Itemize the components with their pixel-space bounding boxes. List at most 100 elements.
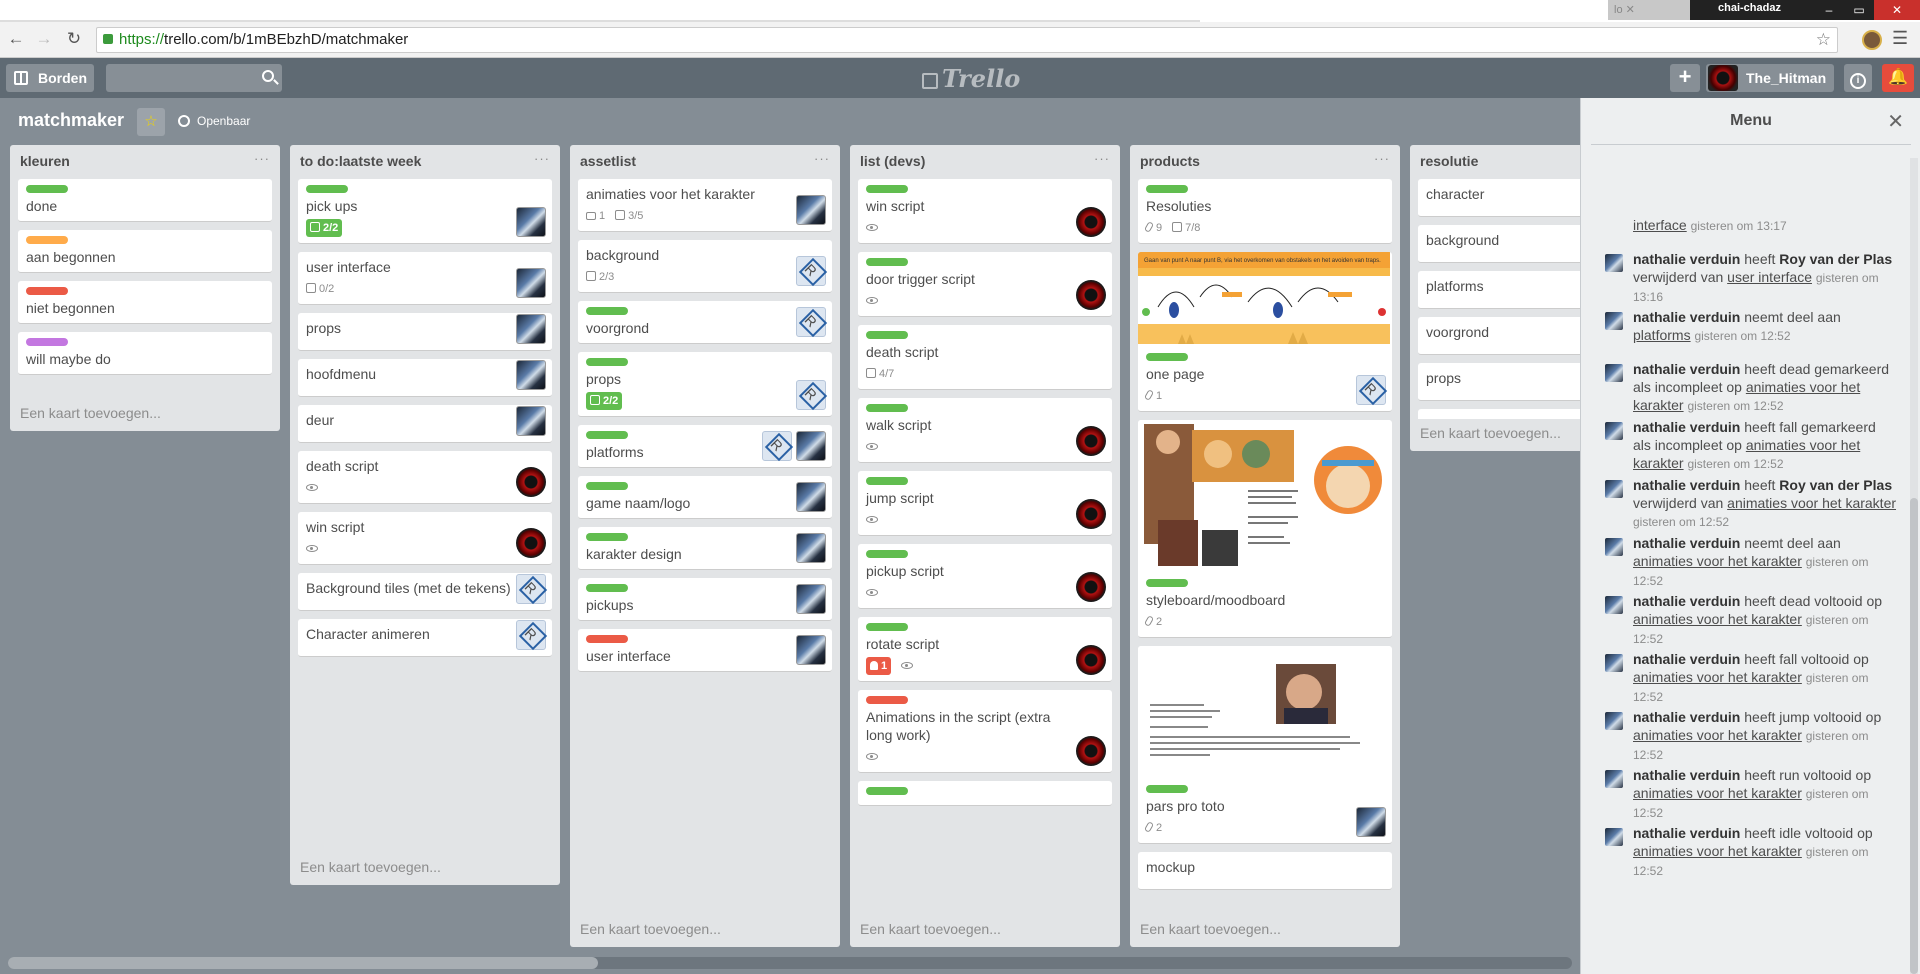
member-avatar[interactable] (796, 635, 826, 665)
member-avatar[interactable] (1356, 375, 1386, 405)
sidebar-scrollbar[interactable] (1910, 158, 1918, 974)
member-avatar[interactable] (516, 207, 546, 237)
card[interactable]: voorgrond (1418, 317, 1580, 355)
card[interactable]: game naam/logo (578, 476, 832, 519)
member-avatar[interactable] (516, 360, 546, 390)
card[interactable]: door trigger script (858, 252, 1112, 317)
member-avatar[interactable] (796, 482, 826, 512)
list-menu-icon[interactable]: ··· (1374, 151, 1390, 166)
member-avatar[interactable] (1356, 807, 1386, 837)
add-card-button[interactable]: Een kaart toevoegen... (18, 399, 272, 431)
activity-avatar[interactable] (1605, 312, 1623, 330)
activity-avatar[interactable] (1605, 364, 1623, 382)
add-card-button[interactable]: Een kaart toevoegen... (1418, 419, 1580, 451)
card[interactable]: user interface (578, 629, 832, 672)
member-avatar[interactable] (516, 268, 546, 298)
list-menu-icon[interactable]: ··· (254, 151, 270, 166)
member-avatar[interactable] (796, 307, 826, 337)
card[interactable]: pars pro toto 2 (1138, 646, 1392, 844)
card[interactable]: pickup script (858, 544, 1112, 609)
member-avatar[interactable] (516, 406, 546, 436)
activity-member[interactable]: Roy van der Plas (1779, 251, 1892, 267)
list-title[interactable]: assetlist (580, 153, 832, 171)
add-card-button[interactable]: Een kaart toevoegen... (858, 915, 1112, 947)
scrollbar-thumb[interactable] (8, 957, 598, 969)
activity-avatar[interactable] (1605, 828, 1623, 846)
back-icon[interactable]: ← (6, 29, 26, 49)
card[interactable]: done (18, 179, 272, 222)
list-menu-icon[interactable]: ··· (534, 151, 550, 166)
add-card-button[interactable]: Een kaart toevoegen... (298, 853, 552, 885)
card[interactable]: pick ups 2/2 (298, 179, 552, 244)
card[interactable]: user interface 0/2 (298, 252, 552, 305)
activity-card-link[interactable]: user interface (1727, 269, 1812, 285)
url-field[interactable]: https://trello.com/b/1mBEbzhD/matchmaker… (96, 27, 1838, 53)
activity-avatar[interactable] (1605, 712, 1623, 730)
list-title[interactable]: list (devs) (860, 153, 1112, 171)
activity-user[interactable]: nathalie verduin (1633, 419, 1740, 435)
card[interactable]: niet begonnen (18, 281, 272, 324)
activity-card-link[interactable]: platforms (1633, 327, 1691, 343)
activity-avatar[interactable] (1605, 254, 1623, 272)
activity-card-link[interactable]: animaties voor het karakter (1633, 785, 1802, 801)
activity-avatar[interactable] (1605, 654, 1623, 672)
member-avatar[interactable] (1076, 426, 1106, 456)
card[interactable]: Resoluties 9 7/8 (1138, 179, 1392, 244)
browser-profile[interactable]: chai-chadaz (1690, 0, 1814, 20)
list-title[interactable]: resolutie (1420, 153, 1580, 171)
card[interactable]: jump script (858, 471, 1112, 536)
card[interactable]: Background tiles (met de tekens) (298, 573, 552, 611)
boards-button[interactable]: Borden (6, 64, 94, 92)
member-avatar[interactable] (516, 620, 546, 650)
list-title[interactable]: products (1140, 153, 1392, 171)
member-avatar[interactable] (796, 533, 826, 563)
bookmark-star-icon[interactable]: ☆ (1816, 28, 1831, 52)
activity-user[interactable]: nathalie verduin (1633, 651, 1740, 667)
card[interactable]: death script (298, 451, 552, 504)
member-avatar[interactable] (796, 584, 826, 614)
activity-card-link[interactable]: animaties voor het karakter (1633, 611, 1802, 627)
activity-card-link[interactable]: animaties voor het karakter (1633, 727, 1802, 743)
activity-card-link[interactable]: interface (1633, 217, 1687, 233)
card[interactable]: Gaan van punt A naar punt B, via het ove… (1138, 252, 1392, 412)
member-avatar[interactable] (762, 431, 792, 461)
activity-user[interactable]: nathalie verduin (1633, 593, 1740, 609)
card[interactable]: background (1418, 225, 1580, 263)
member-avatar[interactable] (796, 195, 826, 225)
activity-user[interactable]: nathalie verduin (1633, 477, 1740, 493)
card[interactable]: voorgrond (578, 301, 832, 344)
card[interactable]: walk script (858, 398, 1112, 463)
add-card-button[interactable]: Een kaart toevoegen... (1138, 915, 1392, 947)
member-avatar[interactable] (1076, 280, 1106, 310)
activity-card-link[interactable]: animaties voor het karakter (1633, 553, 1802, 569)
card[interactable]: Character animeren (298, 619, 552, 657)
activity-card-link[interactable]: animaties voor het karakter (1727, 495, 1896, 511)
close-icon[interactable]: ✕ (1887, 109, 1904, 134)
activity-member[interactable]: Roy van der Plas (1779, 477, 1892, 493)
list-menu-icon[interactable]: ··· (814, 151, 830, 166)
card[interactable]: hoofdmenu (298, 359, 552, 397)
card[interactable]: props 2/2 (578, 352, 832, 417)
add-card-button[interactable]: Een kaart toevoegen... (578, 915, 832, 947)
card[interactable]: win script (298, 512, 552, 565)
list-title[interactable]: kleuren (20, 153, 272, 171)
extension-icon[interactable] (1862, 30, 1882, 50)
info-button[interactable]: i (1844, 64, 1872, 92)
search-icon[interactable] (262, 70, 274, 82)
member-avatar[interactable] (796, 380, 826, 410)
card[interactable]: pickups (578, 578, 832, 621)
card[interactable]: death script 4/7 (858, 325, 1112, 390)
card[interactable]: karakter design (578, 527, 832, 570)
star-board-button[interactable]: ☆ (137, 108, 165, 136)
trello-logo[interactable]: Trello (922, 64, 1020, 93)
horizontal-scrollbar[interactable] (8, 957, 1572, 969)
activity-user[interactable]: nathalie verduin (1633, 251, 1740, 267)
card[interactable]: background 2/3 (578, 240, 832, 293)
sidebar-scrollbar-thumb[interactable] (1910, 498, 1918, 974)
card[interactable]: character (1418, 179, 1580, 217)
notifications-button[interactable]: 🔔 (1882, 64, 1914, 92)
card[interactable]: aan begonnen (18, 230, 272, 273)
activity-user[interactable]: nathalie verduin (1633, 309, 1740, 325)
activity-user[interactable]: nathalie verduin (1633, 825, 1740, 841)
board-title[interactable]: matchmaker (18, 110, 124, 131)
